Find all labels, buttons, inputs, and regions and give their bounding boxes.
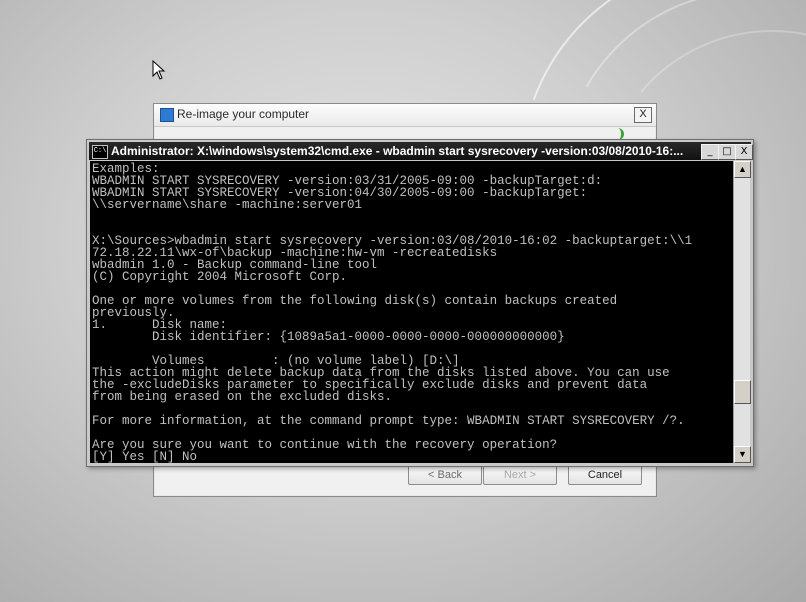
- back-button[interactable]: < Back: [408, 465, 482, 485]
- cmd-titlebar[interactable]: C:\ Administrator: X:\windows\system32\c…: [89, 142, 753, 160]
- cancel-button[interactable]: Cancel: [568, 465, 642, 485]
- console-output[interactable]: Examples: WBADMIN START SYSRECOVERY -ver…: [90, 161, 733, 463]
- console-text: Examples: WBADMIN START SYSRECOVERY -ver…: [92, 162, 693, 463]
- minimize-button[interactable]: _: [701, 144, 719, 160]
- scroll-down-arrow-icon[interactable]: ▼: [734, 446, 751, 463]
- close-button[interactable]: X: [735, 144, 753, 160]
- cmd-app-icon: C:\: [92, 145, 108, 159]
- reimage-close-button[interactable]: X: [634, 107, 652, 123]
- cmd-window: C:\ Administrator: X:\windows\system32\c…: [86, 139, 754, 467]
- scroll-thumb[interactable]: [734, 380, 751, 404]
- mouse-pointer-icon: [152, 60, 166, 80]
- next-button[interactable]: Next >: [483, 465, 557, 485]
- reimage-app-icon: [160, 108, 174, 122]
- cmd-title: Administrator: X:\windows\system32\cmd.e…: [111, 144, 684, 158]
- scroll-up-arrow-icon[interactable]: ▲: [734, 161, 751, 178]
- vertical-scrollbar[interactable]: ▲ ▼: [733, 161, 751, 463]
- reimage-title: Re-image your computer: [177, 107, 310, 121]
- reimage-titlebar[interactable]: Re-image your computer X: [154, 104, 656, 127]
- maximize-button[interactable]: □: [718, 144, 736, 160]
